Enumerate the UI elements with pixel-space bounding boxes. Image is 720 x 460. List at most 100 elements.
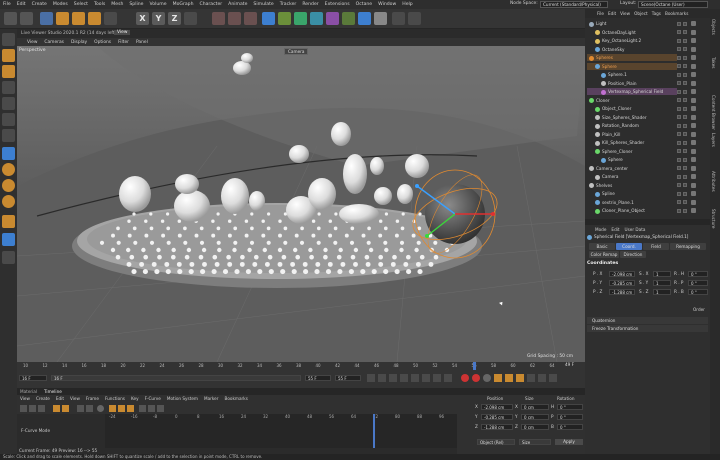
render-toggle[interactable] xyxy=(683,72,687,77)
menu-volume[interactable]: Volume xyxy=(150,2,167,7)
spline-pen-icon[interactable] xyxy=(278,12,291,25)
side-tab-structure[interactable]: Structure xyxy=(711,209,716,228)
ease-ease-icon[interactable] xyxy=(157,405,164,412)
render-toggle[interactable] xyxy=(683,81,687,85)
render-toggle[interactable] xyxy=(683,191,687,196)
menu-modes[interactable]: Modes xyxy=(53,2,68,7)
object-menu-edit[interactable]: Edit xyxy=(608,11,616,16)
object-row[interactable]: Camera_center xyxy=(587,165,677,172)
visibility-toggle[interactable] xyxy=(677,208,681,213)
node-space-select[interactable]: Current (Standard/Physical) xyxy=(540,1,608,8)
key-mode-icon[interactable] xyxy=(20,405,27,412)
menu-spline[interactable]: Spline xyxy=(129,2,143,7)
snap-keys-icon[interactable] xyxy=(77,405,84,412)
tag-icon[interactable] xyxy=(691,46,696,52)
end-frame-field[interactable]: 55 F xyxy=(335,375,361,381)
visibility-toggle[interactable] xyxy=(677,200,681,204)
tag-icon[interactable] xyxy=(691,174,696,179)
paint-icon[interactable] xyxy=(2,251,15,264)
make-editable-icon[interactable] xyxy=(2,33,15,46)
size-mode-select[interactable]: Size xyxy=(519,439,551,445)
attr-position-field[interactable]: -2.098 cm xyxy=(609,271,635,277)
next-key-icon[interactable] xyxy=(422,374,430,382)
attr-rotation-field[interactable]: 0 ° xyxy=(688,271,708,277)
tag-icon[interactable] xyxy=(691,191,696,196)
redo-icon[interactable] xyxy=(20,12,33,25)
visibility-toggle[interactable] xyxy=(677,47,681,51)
interpolation-linear-icon[interactable] xyxy=(118,405,125,412)
side-tab-attributes[interactable]: Attributes xyxy=(711,171,716,192)
points-mode-icon[interactable] xyxy=(2,97,15,110)
timeline-menu-item[interactable]: View xyxy=(70,396,80,401)
ease-out-icon[interactable] xyxy=(148,405,155,412)
menu-character[interactable]: Character xyxy=(199,2,222,7)
attr-rotation-field[interactable]: 0 ° xyxy=(688,280,708,286)
object-row[interactable]: Rotation_Random xyxy=(587,122,677,129)
object-row[interactable]: OctaneDayLight xyxy=(587,29,677,36)
timeline-menu-item[interactable]: Bookmarks xyxy=(224,396,247,401)
side-tab-takes[interactable]: Takes xyxy=(711,57,716,68)
visibility-toggle[interactable] xyxy=(677,183,681,187)
object-row[interactable]: Cloner xyxy=(587,97,677,104)
visibility-toggle[interactable] xyxy=(677,81,681,85)
attr-scale-field[interactable]: 1 xyxy=(653,280,671,286)
render-toggle[interactable] xyxy=(683,200,687,204)
record-icon[interactable] xyxy=(461,374,469,382)
timeline-menu-item[interactable]: Marker xyxy=(204,396,218,401)
viewport-scene[interactable] xyxy=(17,46,585,362)
position-key-icon[interactable] xyxy=(494,374,502,382)
size-y-field[interactable]: 0 cm xyxy=(521,414,549,420)
tag-icon[interactable] xyxy=(691,80,696,86)
render-toggle[interactable] xyxy=(683,21,687,26)
clock-icon[interactable] xyxy=(97,405,104,412)
viewport-menu-panel[interactable]: Panel xyxy=(136,40,148,45)
tag-icon[interactable] xyxy=(691,199,696,205)
object-row[interactable]: Camera xyxy=(587,173,677,180)
render-toggle[interactable] xyxy=(683,149,687,153)
attribute-menu-item[interactable]: User Data xyxy=(625,227,646,232)
tag-icon[interactable] xyxy=(691,38,696,43)
tag-icon[interactable] xyxy=(691,97,696,103)
visibility-toggle[interactable] xyxy=(677,115,681,119)
render-settings-icon[interactable] xyxy=(244,12,257,25)
texture-mode-icon[interactable] xyxy=(2,65,15,78)
bottom-tab-material[interactable]: Material xyxy=(20,389,37,394)
viewport-view-tab[interactable]: View xyxy=(114,30,131,35)
object-row[interactable]: Position_Plain xyxy=(587,80,677,87)
play-icon[interactable] xyxy=(400,374,408,382)
tag-icon[interactable] xyxy=(691,123,696,128)
tag-icon[interactable] xyxy=(691,131,696,137)
render-toggle[interactable] xyxy=(683,166,687,170)
visibility-toggle[interactable] xyxy=(677,64,681,68)
render-toggle[interactable] xyxy=(683,98,687,102)
visibility-toggle[interactable] xyxy=(677,38,681,43)
menu-animate[interactable]: Animate xyxy=(228,2,247,7)
tab-basic[interactable]: Basic xyxy=(589,243,615,250)
object-row[interactable]: Plain_Kill xyxy=(587,131,677,138)
current-frame-field[interactable]: 49 F xyxy=(565,362,574,367)
visibility-toggle[interactable] xyxy=(677,123,681,128)
side-tab-objects[interactable]: Objects xyxy=(711,19,716,35)
scale-key-icon[interactable] xyxy=(505,374,513,382)
next-frame-icon[interactable] xyxy=(411,374,419,382)
locked-workplane-icon[interactable] xyxy=(2,215,15,228)
timeline-menu-item[interactable]: Create xyxy=(36,396,50,401)
object-row[interactable]: Sphere_Cloner xyxy=(587,148,677,155)
subdivision-icon[interactable] xyxy=(294,12,307,25)
visibility-toggle[interactable] xyxy=(677,132,681,136)
render-toggle[interactable] xyxy=(683,47,687,51)
object-row[interactable]: OctaneSky xyxy=(587,46,677,53)
scale-icon[interactable] xyxy=(72,12,85,25)
timeline-ruler[interactable]: 10 12 14 16 18 20 22 24 26 28 30 32 34 36 38 40 42 44 46 48… xyxy=(17,362,557,370)
tag-icon[interactable] xyxy=(691,55,696,60)
object-row[interactable]: Light xyxy=(587,20,677,27)
object-menu-file[interactable]: File xyxy=(597,11,604,16)
param-key-icon[interactable] xyxy=(527,374,535,382)
attr-position-field[interactable]: -0.285 cm xyxy=(609,280,635,286)
rotation-p-field[interactable]: 0 ° xyxy=(557,414,583,420)
workplane-icon[interactable] xyxy=(2,81,15,94)
visibility-toggle[interactable] xyxy=(677,89,681,94)
render-toggle[interactable] xyxy=(683,174,687,179)
visibility-toggle[interactable] xyxy=(677,174,681,179)
timeline-menu-item[interactable]: Key xyxy=(131,396,139,401)
